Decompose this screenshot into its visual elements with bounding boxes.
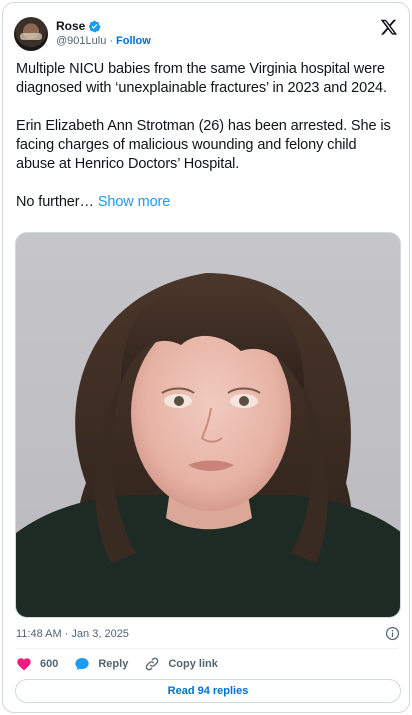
avatar[interactable] (14, 17, 48, 51)
divider (16, 648, 398, 649)
author-block: Rose @901Lulu · Follow (56, 19, 151, 49)
tweet-paragraph-3: No further… Show more (16, 193, 398, 212)
copy-link-label: Copy link (168, 658, 218, 670)
verified-badge-icon (88, 20, 101, 33)
x-logo-icon[interactable] (380, 18, 398, 36)
like-button[interactable]: 600 (16, 656, 58, 672)
heart-icon (17, 658, 31, 671)
tweet-paragraph-1: Multiple NICU babies from the same Virgi… (16, 61, 387, 96)
tweet-meta: 11:48 AM · Jan 3, 2025 (16, 626, 400, 642)
show-more-link[interactable]: Show more (98, 194, 171, 210)
tweet-card: Rose @901Lulu · Follow Multiple NICU bab (2, 2, 410, 713)
separator-dot: · (109, 35, 113, 47)
tweet-header: Rose @901Lulu · Follow (14, 15, 398, 53)
follow-button[interactable]: Follow (116, 34, 151, 49)
author-handle[interactable]: @901Lulu (56, 34, 106, 49)
copy-link-button[interactable]: Copy link (144, 656, 218, 672)
truncated-text: No further… (16, 194, 94, 210)
read-replies-button[interactable]: Read 94 replies (15, 679, 401, 703)
handle-row: @901Lulu · Follow (56, 34, 151, 49)
reply-label: Reply (98, 658, 129, 670)
name-row: Rose (56, 19, 151, 34)
info-icon[interactable] (385, 626, 400, 641)
timestamp[interactable]: 11:48 AM · Jan 3, 2025 (16, 628, 129, 640)
action-bar: 600 Reply Copy link (16, 655, 234, 673)
tweet-text: Multiple NICU babies from the same Virgi… (16, 60, 398, 231)
link-icon (146, 657, 159, 671)
tweet-paragraph-2: Erin Elizabeth Ann Strotman (26) has bee… (16, 118, 391, 172)
tweet-photo[interactable] (15, 232, 401, 618)
like-count: 600 (40, 658, 59, 670)
author-display-name[interactable]: Rose (56, 19, 85, 34)
speech-bubble-icon (75, 658, 90, 670)
reply-button[interactable]: Reply (74, 656, 128, 672)
photo-image (16, 233, 400, 617)
